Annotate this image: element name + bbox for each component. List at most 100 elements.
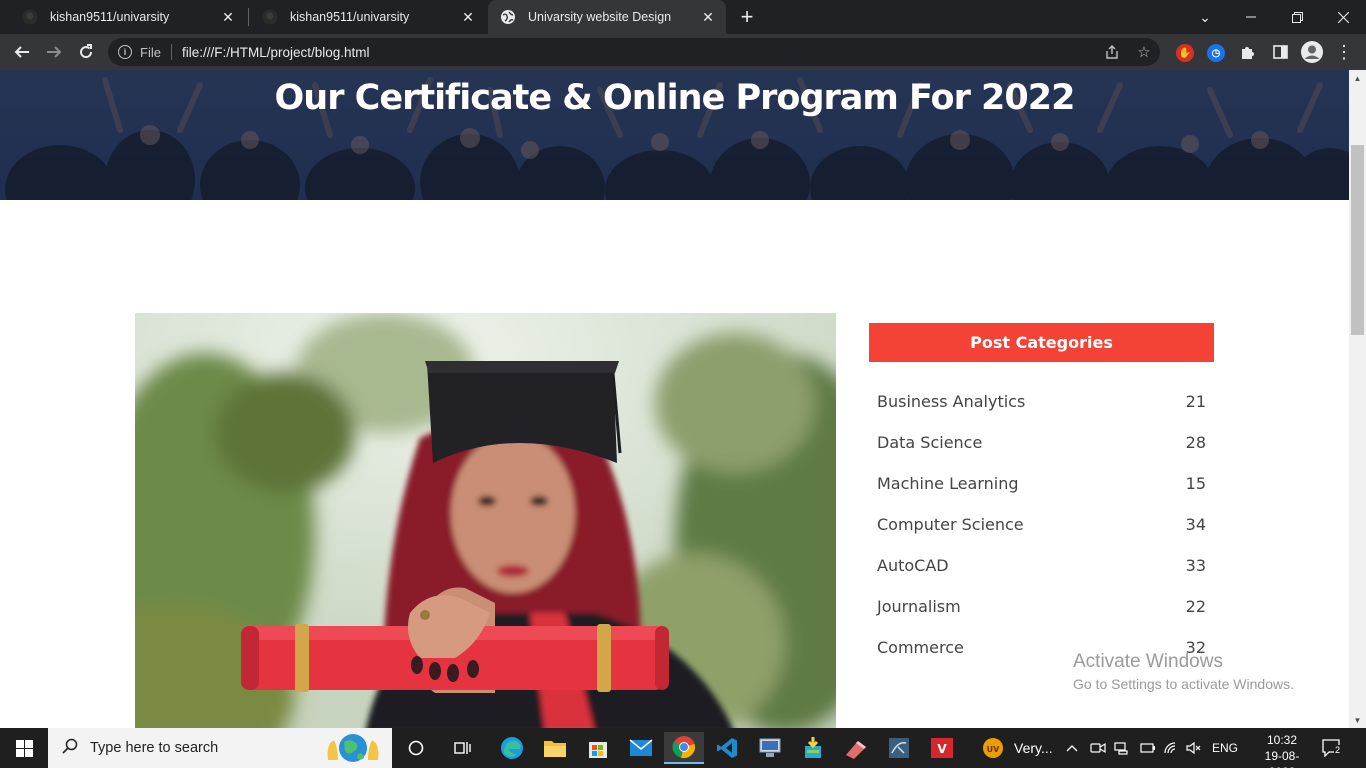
mail-icon[interactable] bbox=[621, 732, 661, 764]
running-app-label[interactable]: Very... bbox=[1014, 740, 1053, 756]
remote-desktop-icon[interactable] bbox=[750, 732, 790, 764]
minimize-button[interactable] bbox=[1228, 0, 1274, 34]
post-categories-heading: Post Categories bbox=[869, 323, 1214, 362]
info-icon: i bbox=[118, 45, 132, 59]
restore-button[interactable] bbox=[1274, 0, 1320, 34]
bookmark-star-icon[interactable]: ☆ bbox=[1132, 38, 1156, 66]
category-item-journalism[interactable]: Journalism 22 bbox=[869, 586, 1214, 627]
adblock-extension-icon[interactable]: ✋ bbox=[1176, 44, 1194, 62]
task-view-icon[interactable] bbox=[443, 732, 483, 764]
close-tab-icon[interactable]: ✕ bbox=[460, 9, 476, 25]
clock-date: 19-08-2022 bbox=[1264, 749, 1300, 768]
start-button[interactable] bbox=[0, 728, 48, 768]
uv-app-icon[interactable]: UV bbox=[975, 732, 1011, 764]
category-item-business-analytics[interactable]: Business Analytics 21 bbox=[869, 381, 1214, 422]
category-count: 15 bbox=[1185, 474, 1206, 493]
notification-center-icon[interactable]: 2 bbox=[1322, 728, 1344, 768]
hero-banner: Our Certificate & Online Program For 202… bbox=[0, 70, 1349, 200]
search-icon bbox=[62, 738, 78, 759]
category-name[interactable]: Journalism bbox=[877, 597, 961, 616]
paint-app-icon[interactable] bbox=[836, 732, 876, 764]
graduate-photo bbox=[135, 313, 836, 728]
category-count: 22 bbox=[1185, 597, 1206, 616]
close-window-button[interactable] bbox=[1320, 0, 1366, 34]
microsoft-store-icon[interactable] bbox=[578, 732, 618, 764]
installer-app-icon[interactable] bbox=[793, 732, 833, 764]
vscode-icon[interactable] bbox=[707, 732, 747, 764]
page-scrollbar[interactable]: ▲ ▼ bbox=[1349, 70, 1366, 728]
tab-github-2[interactable]: kishan9511/univarsity ✕ bbox=[250, 0, 486, 34]
battery-icon[interactable] bbox=[1140, 728, 1156, 768]
back-arrow-icon[interactable] bbox=[8, 38, 36, 66]
scroll-thumb[interactable] bbox=[1351, 145, 1364, 335]
svg-text:UV: UV bbox=[987, 745, 1000, 754]
site-info[interactable]: i File bbox=[118, 45, 161, 60]
address-bar[interactable]: i File file:///F:/HTML/project/blog.html bbox=[108, 38, 1160, 66]
category-name[interactable]: Computer Science bbox=[877, 515, 1024, 534]
browser-toolbar: i File file:///F:/HTML/project/blog.html… bbox=[0, 34, 1366, 70]
forward-arrow-icon[interactable] bbox=[40, 38, 68, 66]
github-icon bbox=[22, 9, 38, 25]
browser-tab-strip: kishan9511/univarsity ✕ kishan9511/univa… bbox=[0, 0, 1366, 34]
svg-text:V: V bbox=[937, 742, 947, 756]
category-item-autocad[interactable]: AutoCAD 33 bbox=[869, 545, 1214, 586]
tab-title: Univarsity website Design bbox=[528, 10, 672, 24]
language-indicator[interactable]: ENG bbox=[1212, 728, 1238, 768]
category-name[interactable]: AutoCAD bbox=[877, 556, 949, 575]
scroll-up-arrow-icon[interactable]: ▲ bbox=[1349, 70, 1366, 86]
side-panel-icon[interactable] bbox=[1268, 38, 1292, 66]
cortana-icon[interactable] bbox=[396, 732, 436, 764]
file-explorer-icon[interactable] bbox=[535, 732, 575, 764]
globe-icon bbox=[500, 9, 516, 25]
wifi-icon[interactable] bbox=[1163, 728, 1179, 768]
tab-title: kishan9511/univarsity bbox=[50, 10, 170, 24]
category-item-machine-learning[interactable]: Machine Learning 15 bbox=[869, 463, 1214, 504]
vs-app-icon[interactable]: V bbox=[922, 732, 962, 764]
category-name[interactable]: Machine Learning bbox=[877, 474, 1019, 493]
extensions-puzzle-icon[interactable] bbox=[1236, 38, 1260, 66]
category-count: 21 bbox=[1185, 392, 1206, 411]
mysql-workbench-icon[interactable] bbox=[879, 732, 919, 764]
reload-icon[interactable] bbox=[72, 38, 100, 66]
category-item-data-science[interactable]: Data Science 28 bbox=[869, 422, 1214, 463]
page-viewport: Our Certificate & Online Program For 202… bbox=[0, 70, 1349, 728]
category-name[interactable]: Data Science bbox=[877, 433, 982, 452]
clock-extension-icon[interactable]: ◷ bbox=[1207, 44, 1225, 62]
activate-windows-watermark: Activate Windows Go to Settings to activ… bbox=[1073, 651, 1294, 692]
search-placeholder: Type here to search bbox=[90, 740, 219, 756]
category-item-computer-science[interactable]: Computer Science 34 bbox=[869, 504, 1214, 545]
github-icon bbox=[262, 9, 278, 25]
windows-logo-icon bbox=[15, 739, 33, 757]
hero-title: Our Certificate & Online Program For 202… bbox=[274, 78, 1076, 118]
close-tab-icon[interactable]: ✕ bbox=[220, 9, 236, 25]
close-tab-icon[interactable]: ✕ bbox=[700, 9, 716, 25]
tab-title: kishan9511/univarsity bbox=[290, 10, 410, 24]
network-icon[interactable] bbox=[1114, 728, 1130, 768]
tab-search-chevron-icon[interactable]: ⌄ bbox=[1182, 0, 1228, 34]
profile-avatar-icon[interactable] bbox=[1300, 38, 1324, 66]
tab-divider bbox=[248, 8, 249, 26]
new-tab-button[interactable]: + bbox=[734, 4, 760, 29]
meet-now-icon[interactable] bbox=[1090, 728, 1106, 768]
category-count: 34 bbox=[1185, 515, 1206, 534]
category-count: 28 bbox=[1185, 433, 1206, 452]
url-text[interactable]: file:///F:/HTML/project/blog.html bbox=[182, 45, 370, 60]
share-icon[interactable] bbox=[1100, 38, 1124, 66]
scroll-down-arrow-icon[interactable]: ▼ bbox=[1349, 712, 1366, 728]
volume-muted-icon[interactable] bbox=[1186, 728, 1202, 768]
scheme-label: File bbox=[140, 44, 161, 60]
watermark-title: Activate Windows bbox=[1073, 651, 1223, 672]
show-hidden-icons-chevron-icon[interactable] bbox=[1066, 728, 1078, 768]
taskbar-clock[interactable]: 10:32 19-08-2022 bbox=[1252, 732, 1312, 768]
notification-count: 2 bbox=[1334, 745, 1342, 755]
chrome-icon[interactable] bbox=[664, 732, 704, 764]
tab-github-1[interactable]: kishan9511/univarsity ✕ bbox=[10, 0, 246, 34]
address-divider bbox=[170, 44, 172, 60]
edge-browser-icon[interactable] bbox=[492, 732, 532, 764]
post-categories-widget: Post Categories Business Analytics 21 Da… bbox=[869, 323, 1214, 668]
category-name[interactable]: Commerce bbox=[877, 638, 964, 657]
kebab-menu-icon[interactable]: ⋮ bbox=[1332, 38, 1356, 66]
category-name[interactable]: Business Analytics bbox=[877, 392, 1025, 411]
tab-univarsity-design[interactable]: Univarsity website Design ✕ bbox=[488, 0, 726, 34]
taskbar-search-box[interactable]: Type here to search bbox=[48, 728, 392, 768]
